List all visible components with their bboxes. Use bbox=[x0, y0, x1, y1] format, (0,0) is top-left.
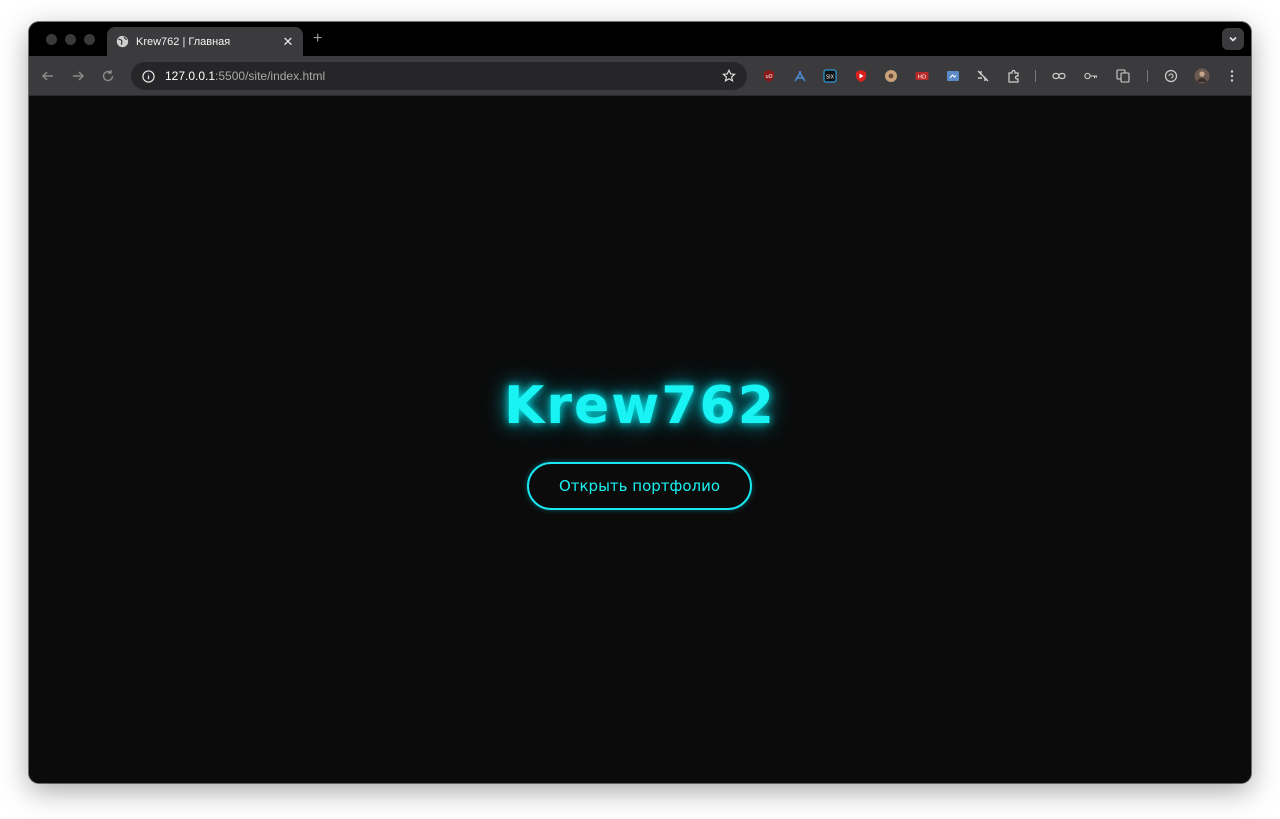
tab-bar: Krew762 | Главная ✕ + bbox=[29, 22, 1251, 56]
refresh-circle-icon[interactable] bbox=[1164, 69, 1178, 83]
tab-title: Krew762 | Главная bbox=[136, 35, 231, 48]
toolbar-separator bbox=[1035, 70, 1036, 82]
svg-text:HD: HD bbox=[918, 74, 926, 80]
globe-icon bbox=[115, 35, 129, 49]
youtube-icon[interactable] bbox=[854, 69, 868, 83]
open-portfolio-button[interactable]: Открыть портфолио bbox=[527, 462, 752, 510]
profile-avatar[interactable] bbox=[1194, 68, 1210, 84]
site-title: Krew762 bbox=[504, 376, 776, 436]
svg-text:uO: uO bbox=[765, 74, 772, 80]
arrow-right-icon bbox=[73, 71, 85, 81]
shield-tools-icon[interactable] bbox=[976, 69, 990, 83]
reload-icon bbox=[102, 70, 114, 82]
acrobat-icon[interactable] bbox=[793, 69, 807, 83]
hd-icon[interactable]: HD bbox=[915, 69, 929, 83]
translate-icon[interactable] bbox=[1116, 69, 1130, 83]
chevron-down-icon bbox=[1229, 36, 1237, 42]
ublock-icon[interactable]: uO bbox=[762, 69, 776, 83]
tab-search-button[interactable] bbox=[1222, 28, 1244, 50]
puzzle-icon[interactable] bbox=[1007, 69, 1021, 83]
page-viewport: Krew762 Открыть портфолио bbox=[29, 96, 1251, 783]
tab-active[interactable]: Krew762 | Главная ✕ bbox=[107, 27, 303, 56]
browser-window: Krew762 | Главная ✕ + 127.0.0.1:5500/sit… bbox=[29, 22, 1251, 783]
close-window-button[interactable] bbox=[46, 34, 57, 45]
key-icon[interactable] bbox=[1084, 69, 1098, 83]
browser-toolbar: 127.0.0.1:5500/site/index.html uO SIX HD bbox=[29, 56, 1251, 96]
bookmark-star-icon[interactable] bbox=[721, 68, 737, 84]
site-info-icon[interactable] bbox=[141, 69, 155, 83]
screen-icon[interactable] bbox=[946, 69, 960, 83]
url-host: 127.0.0.1 bbox=[165, 69, 216, 83]
back-button[interactable] bbox=[40, 68, 56, 84]
link-icon[interactable] bbox=[1052, 69, 1066, 83]
window-controls bbox=[46, 34, 95, 45]
reload-button[interactable] bbox=[100, 68, 116, 84]
url-path: :5500/site/index.html bbox=[215, 69, 326, 83]
minimize-window-button[interactable] bbox=[65, 34, 76, 45]
new-tab-button[interactable]: + bbox=[313, 31, 322, 47]
more-menu-icon[interactable] bbox=[1225, 69, 1239, 83]
six-icon[interactable]: SIX bbox=[823, 69, 837, 83]
forward-button[interactable] bbox=[70, 68, 86, 84]
svg-text:SIX: SIX bbox=[826, 75, 835, 81]
address-bar[interactable]: 127.0.0.1:5500/site/index.html bbox=[131, 62, 747, 90]
pokeball-icon[interactable] bbox=[884, 69, 898, 83]
tab-close-icon[interactable]: ✕ bbox=[281, 34, 295, 49]
toolbar-separator bbox=[1147, 70, 1148, 82]
url-text: 127.0.0.1:5500/site/index.html bbox=[165, 69, 325, 83]
arrow-left-icon bbox=[41, 71, 53, 81]
maximize-window-button[interactable] bbox=[84, 34, 95, 45]
